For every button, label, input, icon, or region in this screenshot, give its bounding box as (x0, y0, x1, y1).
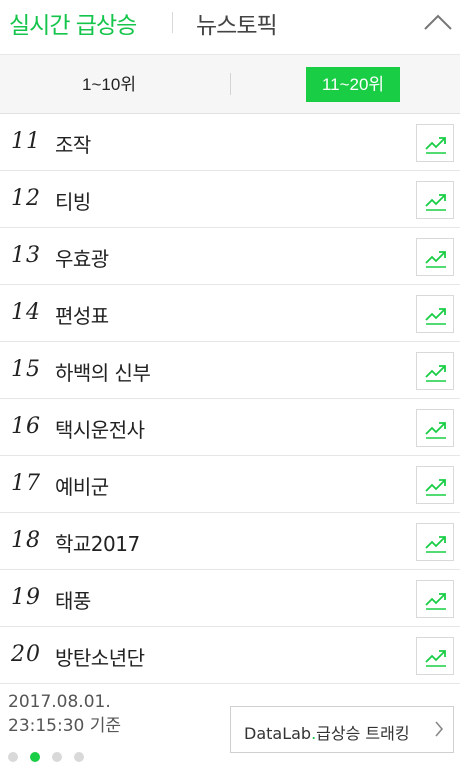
keyword-rank: 15 (11, 357, 41, 382)
keyword-rank: 13 (11, 243, 41, 268)
keyword-link[interactable]: 편성표 (55, 300, 109, 329)
trend-chart-icon (425, 194, 446, 211)
datalab-prefix: DataLab (244, 724, 312, 743)
keyword-row[interactable]: 16 택시운전사 (0, 399, 460, 456)
keyword-list: 11 조작 12 티빙 13 우효광 14 편성표 15 하백의 신부 16 택시운전사 17 예비군 18… (0, 114, 460, 684)
update-timestamp: 2017.08.01. 23:15:30 기준 (8, 690, 121, 738)
keyword-rank: 16 (11, 414, 41, 439)
trend-button[interactable] (416, 466, 454, 504)
update-date: 2017.08.01. (8, 692, 111, 712)
keyword-rank: 19 (11, 585, 41, 610)
keyword-row[interactable]: 17 예비군 (0, 456, 460, 513)
keyword-row[interactable]: 20 방탄소년단 (0, 627, 460, 684)
update-time: 23:15:30 기준 (8, 716, 122, 736)
trend-chart-icon (425, 536, 446, 553)
trend-chart-icon (425, 308, 446, 325)
range-tab-bar: 1~10위 11~20위 (0, 54, 460, 114)
trend-button[interactable] (416, 295, 454, 333)
datalab-suffix: 급상승 트래킹 (316, 724, 410, 743)
keyword-row[interactable]: 11 조작 (0, 114, 460, 171)
trend-button[interactable] (416, 637, 454, 675)
keyword-row[interactable]: 19 태풍 (0, 570, 460, 627)
keyword-rank: 14 (11, 300, 41, 325)
trend-button[interactable] (416, 238, 454, 276)
keyword-link[interactable]: 우효광 (55, 243, 109, 272)
trend-chart-icon (425, 251, 446, 268)
keyword-row[interactable]: 13 우효광 (0, 228, 460, 285)
range-divider (230, 73, 231, 95)
collapse-button[interactable] (422, 8, 454, 36)
keyword-row[interactable]: 14 편성표 (0, 285, 460, 342)
header-divider (172, 12, 173, 33)
trend-button[interactable] (416, 124, 454, 162)
keyword-rank: 17 (11, 471, 41, 496)
tab-rank-11-20[interactable]: 11~20위 (306, 67, 400, 102)
trend-chart-icon (425, 593, 446, 610)
datalab-label: DataLab.급상승 트래킹 (244, 720, 410, 744)
trend-button[interactable] (416, 352, 454, 390)
header: 실시간 급상승 뉴스토픽 (0, 0, 460, 46)
trend-chart-icon (425, 137, 446, 154)
keyword-link[interactable]: 학교2017 (55, 528, 140, 557)
keyword-link[interactable]: 하백의 신부 (55, 357, 151, 386)
page-dot[interactable] (52, 752, 62, 762)
keyword-rank: 11 (11, 129, 41, 154)
keyword-link[interactable]: 예비군 (55, 471, 109, 500)
tab-rank-1-10[interactable]: 1~10위 (63, 67, 155, 102)
trend-chart-icon (425, 365, 446, 382)
chevron-right-icon (435, 721, 444, 737)
keyword-rank: 18 (11, 528, 41, 553)
trend-chart-icon (425, 479, 446, 496)
trend-chart-icon (425, 422, 446, 439)
trend-button[interactable] (416, 580, 454, 618)
keyword-row[interactable]: 12 티빙 (0, 171, 460, 228)
keyword-row[interactable]: 15 하백의 신부 (0, 342, 460, 399)
keyword-link[interactable]: 조작 (55, 129, 91, 158)
trend-chart-icon (425, 650, 446, 667)
keyword-link[interactable]: 태풍 (55, 585, 91, 614)
trend-button[interactable] (416, 523, 454, 561)
keyword-link[interactable]: 택시운전사 (55, 414, 145, 443)
datalab-tracking-button[interactable]: DataLab.급상승 트래킹 (230, 706, 454, 753)
chevron-up-icon (424, 14, 452, 30)
page-dot[interactable] (8, 752, 18, 762)
keyword-row[interactable]: 18 학교2017 (0, 513, 460, 570)
keyword-link[interactable]: 방탄소년단 (55, 642, 145, 671)
keyword-link[interactable]: 티빙 (55, 186, 91, 215)
tab-news-topic[interactable]: 뉴스토픽 (196, 6, 278, 40)
trend-button[interactable] (416, 409, 454, 447)
page-dot[interactable] (74, 752, 84, 762)
keyword-rank: 12 (11, 186, 41, 211)
trend-button[interactable] (416, 181, 454, 219)
page-dot[interactable] (30, 752, 40, 762)
tab-realtime-rising[interactable]: 실시간 급상승 (9, 6, 137, 40)
keyword-rank: 20 (11, 642, 41, 667)
